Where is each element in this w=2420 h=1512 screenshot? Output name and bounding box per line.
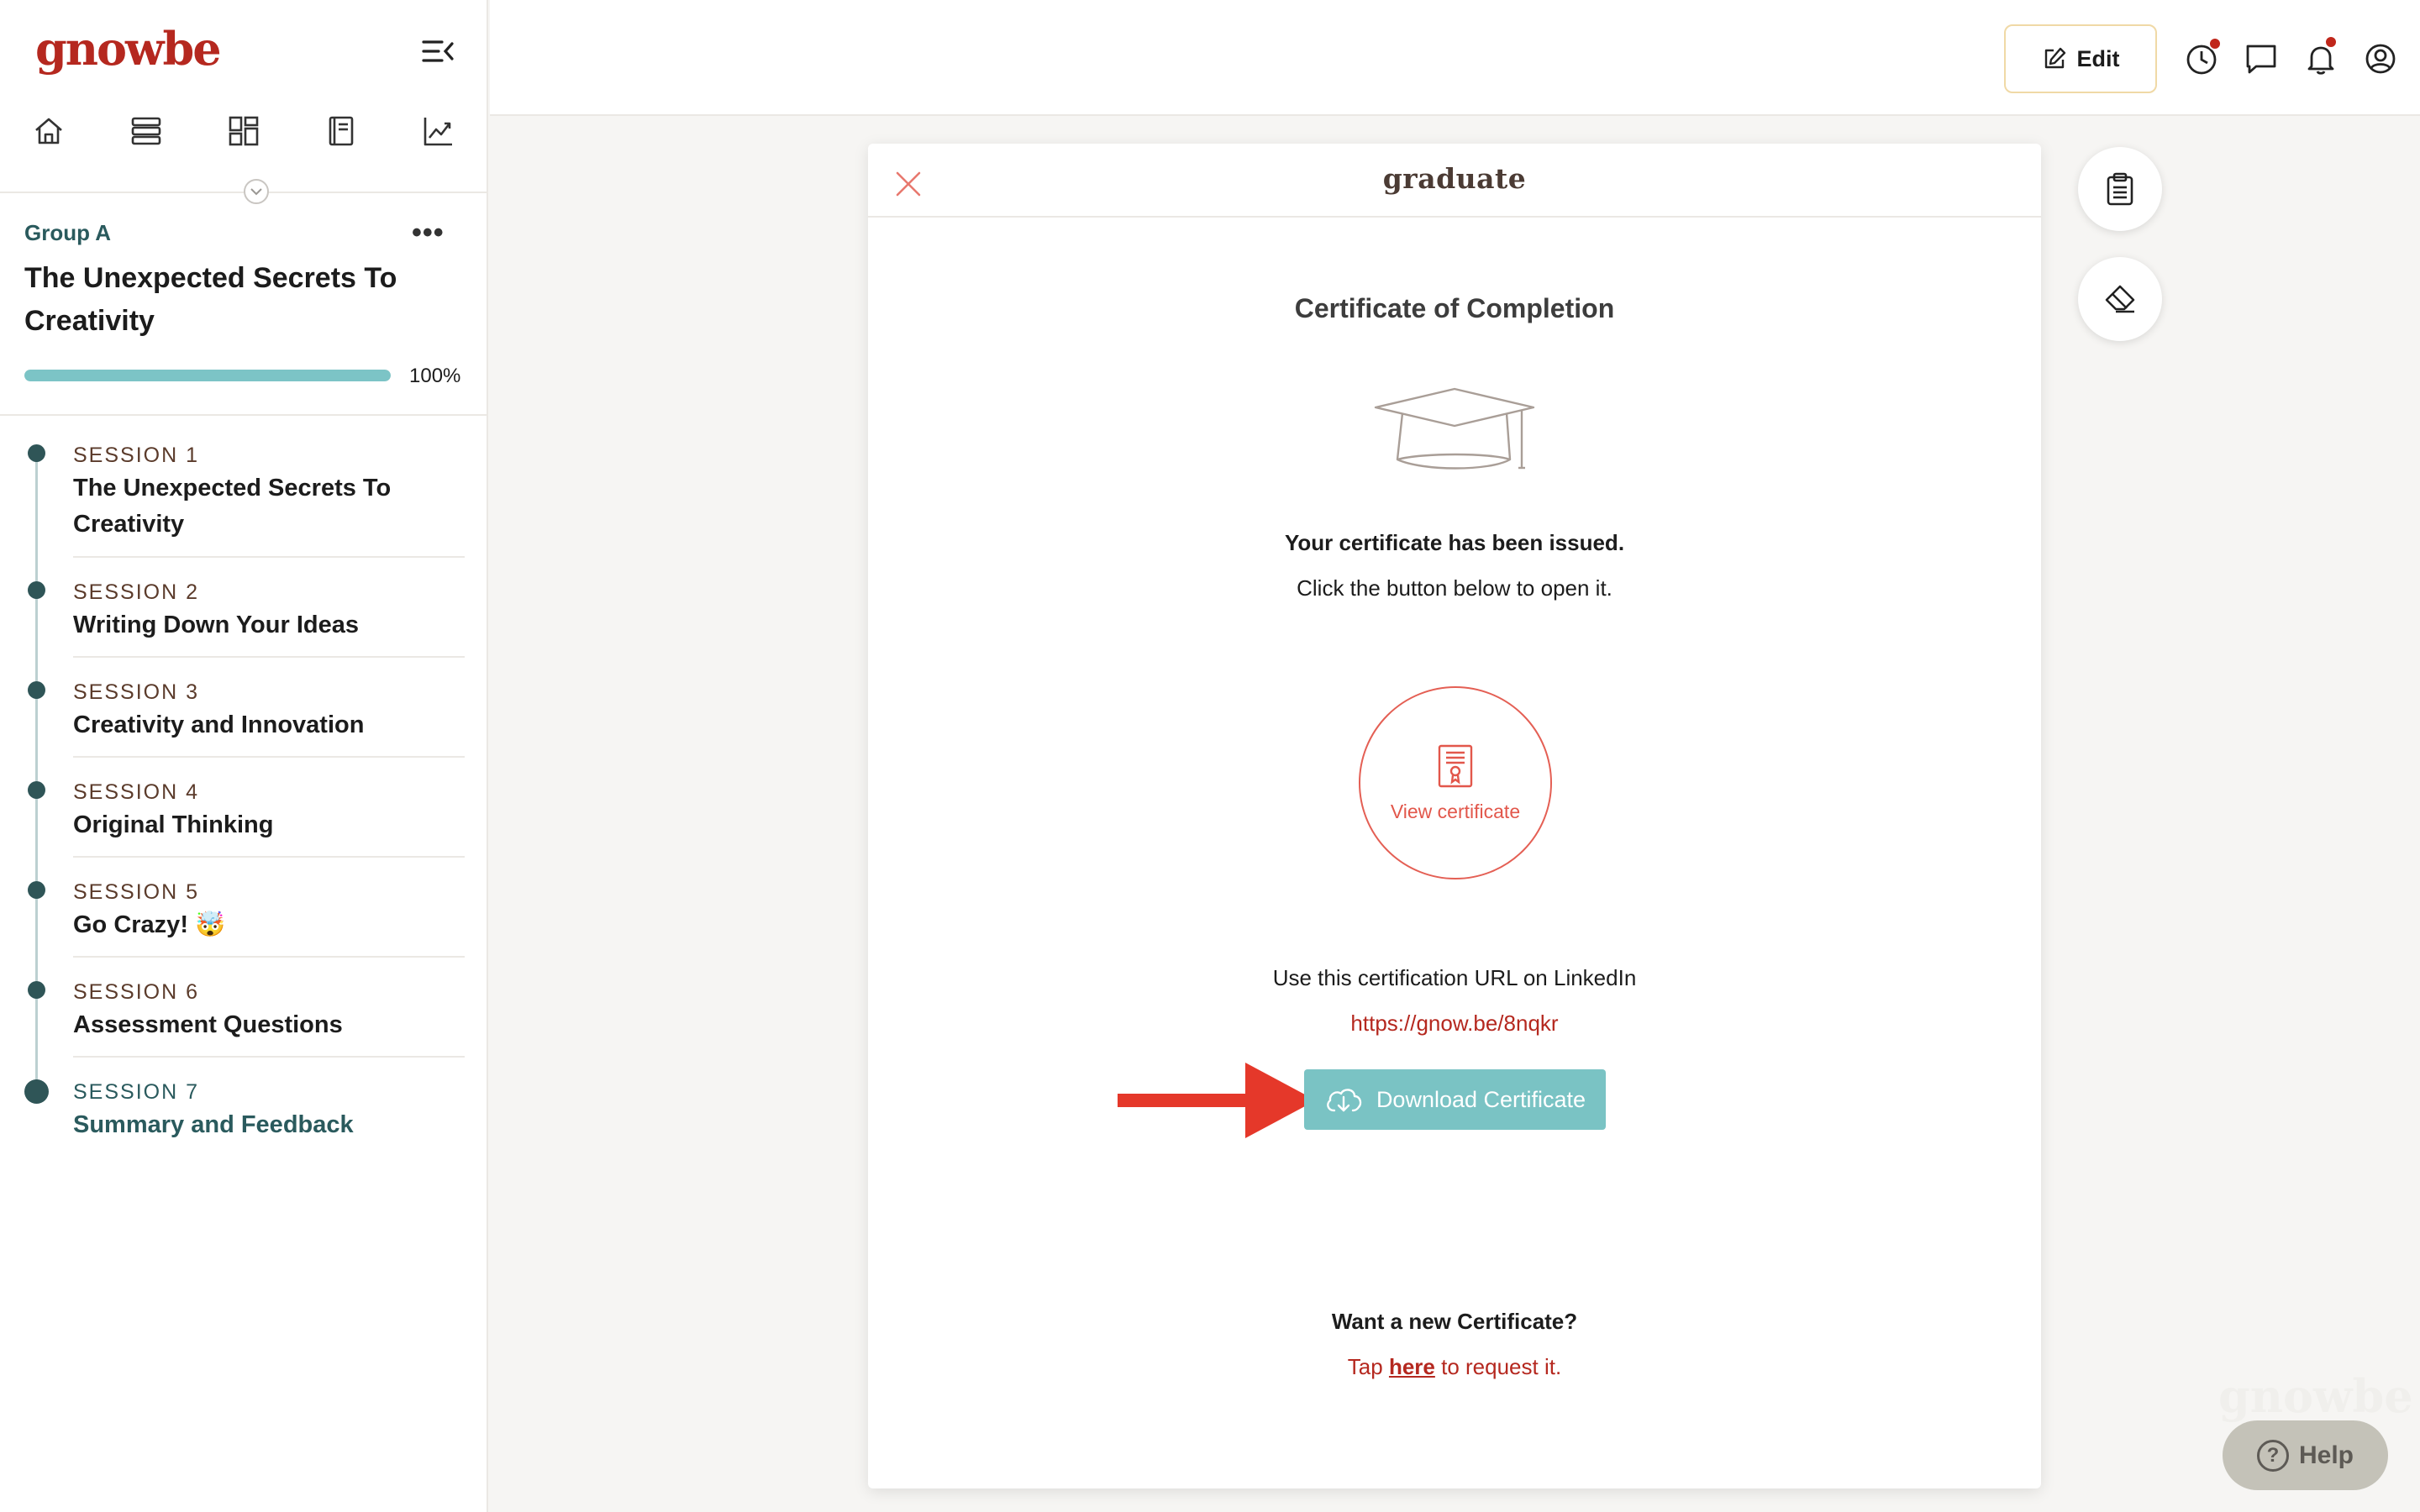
gnowbe-watermark: gnowbe: [2218, 1369, 2413, 1423]
session-title: Creativity and Innovation: [73, 711, 365, 738]
more-options-button[interactable]: •••: [412, 218, 445, 247]
session-number: SESSION 1: [73, 444, 199, 467]
certificate-issued-text: Your certificate has been issued.: [1284, 530, 1625, 555]
progress-label: 100%: [409, 365, 461, 387]
session-divider: [73, 856, 465, 858]
group-label: Group A: [24, 220, 112, 245]
request-here-link[interactable]: here: [1389, 1354, 1435, 1379]
course-title: The Unexpected Secrets To Creativity: [24, 262, 397, 337]
analytics-icon: [424, 118, 452, 146]
session-number: SESSION 6: [73, 980, 199, 1004]
chat-button[interactable]: [2243, 40, 2280, 77]
tap-prefix: Tap: [1347, 1354, 1389, 1379]
session-number: SESSION 2: [73, 580, 199, 604]
profile-button[interactable]: [2362, 40, 2399, 77]
session-dot: [28, 881, 45, 899]
tap-suffix: to request it.: [1434, 1354, 1562, 1379]
request-certificate-text: Tap here to request it.: [868, 1354, 2041, 1380]
view-certificate-label: View certificate: [1390, 800, 1521, 822]
session-title: Summary and Feedback: [73, 1111, 354, 1138]
session-divider: [73, 656, 465, 658]
session-title: The Unexpected Secrets To Creativity: [73, 475, 392, 538]
session-title: Assessment Questions: [73, 1011, 343, 1038]
notification-dot: [2324, 35, 2338, 49]
sidebar-nav: [0, 108, 488, 155]
session-number: SESSION 5: [73, 880, 199, 904]
session-dot: [28, 444, 45, 462]
view-certificate-button[interactable]: View certificate: [1359, 686, 1552, 879]
expand-nav-button[interactable]: [244, 179, 269, 204]
profile-icon: [2365, 44, 2396, 74]
edit-icon: [2044, 47, 2065, 69]
certificate-heading: Certificate of Completion: [1294, 293, 1615, 323]
journal-icon: [329, 116, 354, 146]
session-number: SESSION 3: [73, 680, 199, 704]
eraser-icon: [2105, 285, 2135, 313]
clipboard-button[interactable]: [2078, 147, 2162, 231]
nav-sessions[interactable]: [123, 108, 170, 155]
gnowbe-logo[interactable]: gnowbe: [35, 22, 222, 76]
session-title: Original Thinking: [73, 811, 274, 838]
session-number: SESSION 7: [73, 1080, 199, 1104]
session-divider: [73, 956, 465, 958]
session-divider: [73, 756, 465, 758]
nav-journal[interactable]: [318, 108, 365, 155]
nav-analytics[interactable]: [415, 108, 462, 155]
session-title: Go Crazy! 🤯: [73, 911, 226, 938]
certificate-icon: [1438, 744, 1473, 787]
certificate-url-link[interactable]: https://gnow.be/8nqkr: [1350, 1011, 1558, 1036]
graduate-modal: graduate Certificate of Completion Your …: [868, 144, 2041, 1488]
chevron-down-icon: [250, 188, 262, 196]
sidebar-divider: [0, 414, 488, 416]
sessions-list-icon: [131, 117, 161, 145]
notification-dot: [2208, 37, 2222, 50]
help-icon: ?: [2256, 1439, 2289, 1472]
session-divider: [73, 1056, 465, 1058]
eraser-button[interactable]: [2078, 257, 2162, 341]
linkedin-instruction: Use this certification URL on LinkedIn: [1272, 965, 1637, 990]
download-certificate-label: Download Certificate: [1376, 1086, 1586, 1112]
edit-button[interactable]: Edit: [2004, 24, 2157, 93]
nav-dashboard[interactable]: [220, 108, 267, 155]
sidebar: gnowbe Group A ••• The Unexpected Secret…: [0, 0, 488, 1512]
session-number: SESSION 4: [73, 780, 199, 804]
history-button[interactable]: [2183, 37, 2222, 77]
notifications-button[interactable]: [2302, 35, 2339, 77]
help-button[interactable]: ? Help: [2223, 1420, 2388, 1490]
edit-label: Edit: [2076, 45, 2120, 71]
new-certificate-heading: Want a new Certificate?: [1331, 1309, 1578, 1334]
home-icon: [35, 118, 62, 144]
chat-icon: [2246, 45, 2276, 74]
modal-title: graduate: [1382, 162, 1527, 195]
instruction-text: Click the button below to open it.: [1297, 575, 1612, 601]
help-label: Help: [2298, 1441, 2354, 1469]
graduation-cap-icon: [1374, 387, 1535, 470]
progress-fill: [24, 370, 391, 381]
collapse-menu-icon: [422, 40, 454, 62]
session-dot: [28, 981, 45, 999]
clipboard-icon: [2107, 172, 2133, 206]
session-divider: [73, 556, 465, 558]
course-progress-bar: [24, 370, 391, 381]
session-dot: [28, 581, 45, 599]
dashboard-icon: [229, 116, 259, 146]
nav-home[interactable]: [25, 108, 72, 155]
cloud-download-icon: [1327, 1089, 1362, 1112]
collapse-sidebar-button[interactable]: [420, 37, 455, 66]
session-dot: [28, 681, 45, 699]
session-dot: [28, 781, 45, 799]
red-arrow-annotation: [1118, 1063, 1316, 1138]
modal-divider: [868, 216, 2041, 218]
session-dot-current: [24, 1079, 49, 1104]
download-certificate-button[interactable]: Download Certificate: [1304, 1069, 1606, 1130]
session-title: Writing Down Your Ideas: [73, 612, 359, 638]
